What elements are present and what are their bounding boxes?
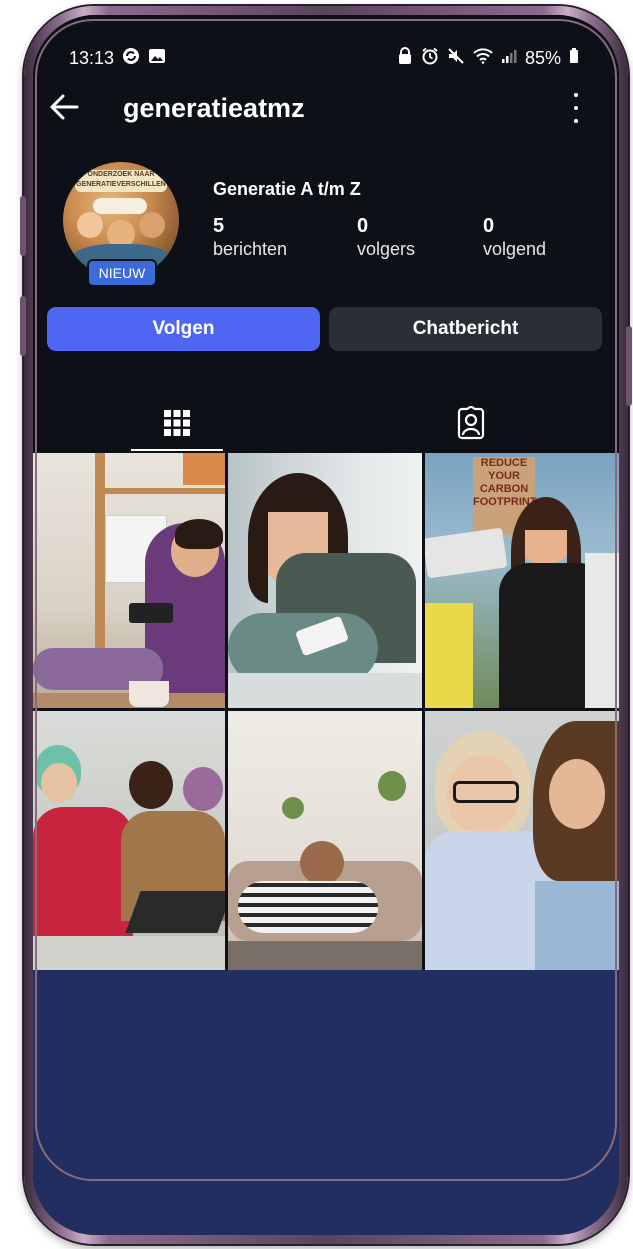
stat-label: volgend [483,239,547,259]
grid-icon [164,410,190,436]
follow-button[interactable]: Volgen [47,307,320,351]
battery-percentage: 85% [524,47,561,68]
screen: 13:13 85% generatieatmz ONDERZOEK NAAR G… [33,15,619,1235]
post-tile[interactable] [33,453,225,708]
avatar-speech-bubble [93,198,147,214]
post-tile[interactable]: REDUCE YOUR CARBON FOOTPRINT [425,453,619,708]
post-tile[interactable] [425,711,619,970]
posts-grid: REDUCE YOUR CARBON FOOTPRINT [33,453,619,970]
stat-value: 0 [357,215,369,237]
phone-frame: 13:13 85% generatieatmz ONDERZOEK NAAR G… [20,6,632,1244]
profile-header: generatieatmz [33,85,619,137]
wifi-icon [473,47,493,69]
signal-icon [501,48,517,69]
volume-up-button [20,196,26,256]
alarm-icon [421,47,439,70]
stat-value: 0 [483,215,495,237]
sync-icon [122,47,140,70]
volume-down-button [20,296,26,356]
tagged-person-icon [457,406,485,440]
clock: 13:13 [69,47,115,68]
lock-icon [397,46,413,70]
username: generatieatmz [123,93,305,123]
avatar-figure [139,212,165,238]
stat-following[interactable]: 0 volgend [483,215,546,261]
mute-icon [447,47,465,70]
message-button[interactable]: Chatbericht [329,307,602,351]
gallery-icon [148,48,166,69]
power-button [626,326,632,406]
arrow-left-icon [50,94,79,120]
stat-followers[interactable]: 0 volgers [357,215,415,261]
empty-area [33,970,619,1235]
post-tile[interactable] [33,711,225,970]
status-bar: 13:13 85% [69,43,579,73]
more-vertical-icon[interactable] [571,93,581,123]
avatar-banner: ONDERZOEK NAAR GENERATIEVERSCHILLEN [75,170,167,192]
back-button[interactable] [47,89,83,125]
stat-label: berichten [213,239,288,259]
tab-tagged[interactable] [425,395,517,451]
post-tile[interactable] [228,453,422,708]
tab-posts-grid[interactable] [131,395,223,451]
new-badge: NIEUW [89,261,155,285]
profile-name: Generatie A t/m Z [213,179,361,199]
stat-posts[interactable]: 5 berichten [213,215,287,261]
battery-icon [569,47,579,69]
stat-value: 5 [213,215,225,237]
stat-label: volgers [357,239,416,259]
post-tile[interactable] [228,711,422,970]
avatar-figure [77,212,103,238]
